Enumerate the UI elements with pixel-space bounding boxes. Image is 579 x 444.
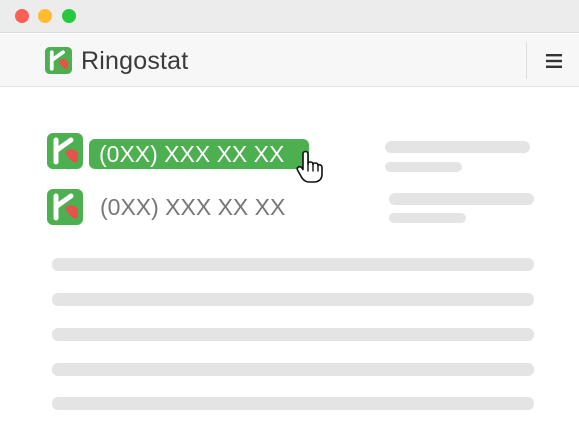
minimize-window-button[interactable]	[38, 9, 52, 23]
ringostat-logo-icon	[45, 47, 72, 74]
header-divider	[526, 42, 527, 79]
app-header: Ringostat	[0, 34, 579, 87]
placeholder-line	[52, 363, 534, 376]
hand-pointer-icon	[295, 150, 323, 184]
placeholder-line	[385, 141, 530, 153]
phone-number[interactable]: (0XX) XXX XX XX	[100, 193, 285, 221]
placeholder-line	[389, 193, 534, 205]
phone-number-highlighted[interactable]: (0XX) XXX XX XX	[99, 140, 284, 168]
ringostat-logo-icon	[47, 133, 83, 169]
placeholder-line	[389, 213, 466, 223]
placeholder-line	[385, 162, 462, 172]
maximize-window-button[interactable]	[62, 9, 76, 23]
hamburger-menu-icon[interactable]	[540, 48, 568, 74]
brand-name: Ringostat	[81, 47, 189, 75]
close-window-button[interactable]	[15, 9, 29, 23]
placeholder-line	[52, 397, 534, 410]
title-bar	[0, 0, 579, 33]
app-window: Ringostat (0XX) XXX XX XX (0XX) XXX XX X…	[0, 0, 579, 444]
placeholder-line	[52, 328, 534, 341]
ringostat-logo-icon	[47, 189, 83, 225]
placeholder-line	[52, 258, 534, 271]
placeholder-line	[52, 293, 534, 306]
